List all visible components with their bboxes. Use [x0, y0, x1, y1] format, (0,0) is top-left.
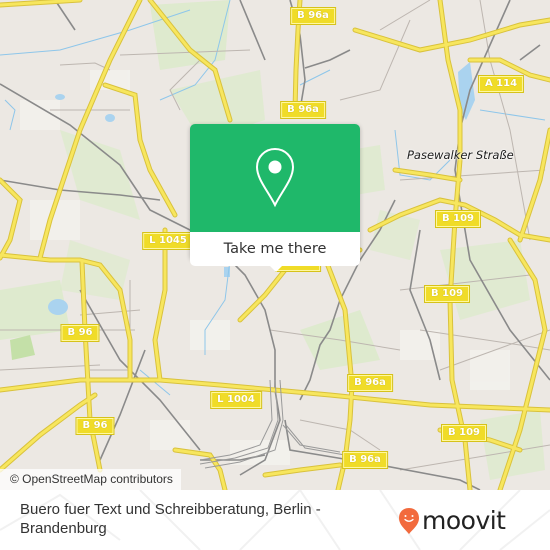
road-shield-a114: A 114: [477, 75, 525, 93]
road-shield-b96: B 96: [75, 417, 115, 435]
map-view[interactable]: B 96a B 96a A 114 L 1045 B 96a B 109 B 1…: [0, 0, 550, 490]
place-label-pasewalker-strasse: Pasewalker Straße: [407, 148, 514, 162]
moovit-pin-smile-icon: [399, 508, 419, 534]
map-attribution[interactable]: © OpenStreetMap contributors: [0, 469, 181, 490]
road-shield-b109: B 109: [424, 285, 470, 303]
popup-pointer: [268, 264, 284, 272]
road-shield-l1045: L 1045: [142, 232, 194, 250]
road-shield-b96a: B 96a: [290, 7, 336, 25]
road-shield-b109: B 109: [441, 424, 487, 442]
moovit-logo[interactable]: moovit: [398, 506, 506, 536]
footer-bar: Buero fuer Text und Schreibberatung, Ber…: [0, 490, 550, 550]
road-shield-b109: B 109: [435, 210, 481, 228]
road-shield-b96a: B 96a: [347, 374, 393, 392]
location-popup: Take me there: [190, 124, 360, 272]
road-shield-b96a: B 96a: [280, 101, 326, 119]
road-shield-b96a: B 96a: [342, 451, 388, 469]
popup-header: [190, 124, 360, 232]
road-shield-b96: B 96: [60, 324, 100, 342]
place-title: Buero fuer Text und Schreibberatung, Ber…: [20, 501, 321, 537]
map-pin-icon: [255, 147, 295, 208]
road-shield-l1004: L 1004: [210, 391, 262, 409]
brand-name: moovit: [422, 506, 506, 535]
take-me-there-button[interactable]: Take me there: [190, 232, 360, 266]
